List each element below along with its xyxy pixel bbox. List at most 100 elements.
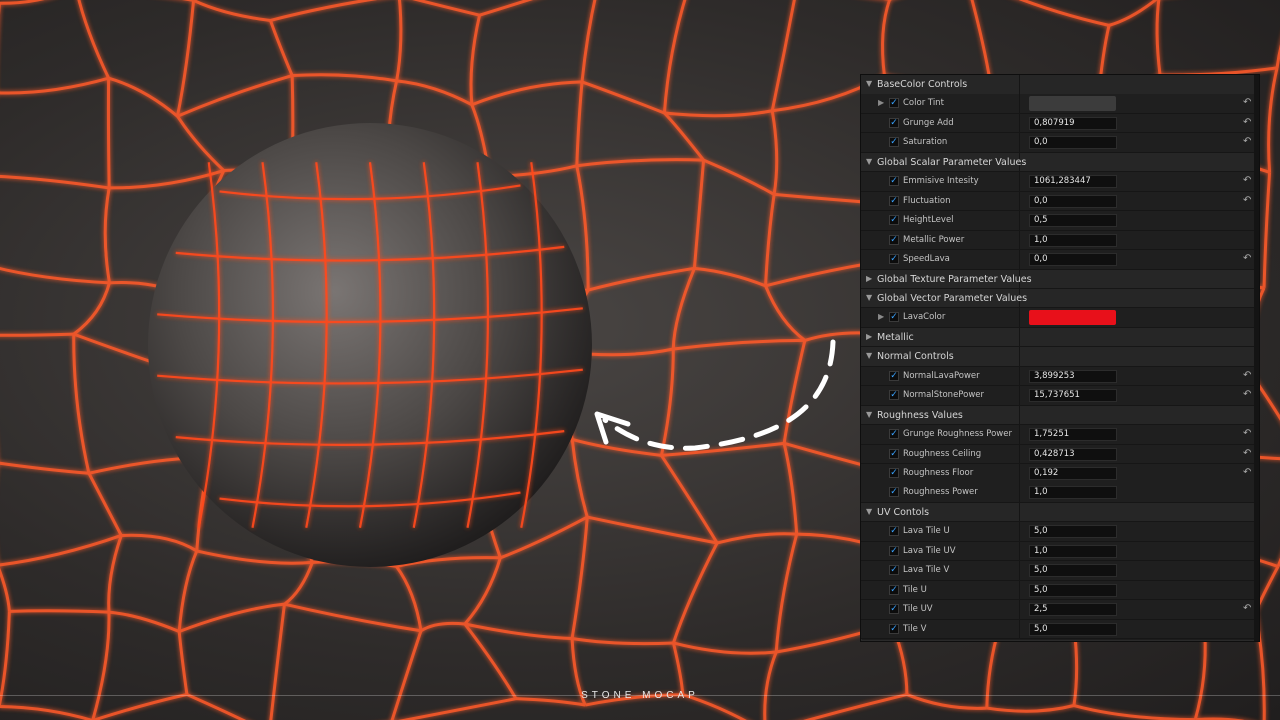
- value-field[interactable]: 5,0: [1029, 564, 1117, 578]
- param-row-normallavapower[interactable]: ✓ NormalLavaPower 3,899253 ↶: [861, 366, 1254, 387]
- reset-to-default-icon[interactable]: ↶: [1243, 253, 1251, 264]
- value-field[interactable]: 5,0: [1029, 525, 1117, 539]
- param-row-emmisive-intesity[interactable]: ✓ Emmisive Intesity 1061,283447 ↶: [861, 172, 1254, 192]
- value-field[interactable]: 1,0: [1029, 233, 1117, 247]
- chevron-down-icon[interactable]: ▼: [866, 293, 872, 302]
- value-field[interactable]: 0,807919: [1029, 116, 1117, 130]
- value-field[interactable]: 0,0: [1029, 253, 1117, 267]
- lava-crack: [420, 621, 465, 633]
- lava-crack: [471, 80, 583, 107]
- override-checkbox[interactable]: ✓: [889, 98, 899, 109]
- reset-to-default-icon[interactable]: ↶: [1243, 448, 1251, 459]
- param-row-color-tint[interactable]: ▶ ✓ Color Tint ↶: [861, 94, 1254, 114]
- category-metallic[interactable]: ▶ Metallic: [861, 327, 1254, 348]
- chevron-right-icon[interactable]: ▶: [866, 274, 872, 283]
- param-row-heightlevel[interactable]: ✓ HeightLevel 0,5: [861, 211, 1254, 231]
- scrollbar[interactable]: [1254, 75, 1259, 641]
- color-swatch[interactable]: [1029, 310, 1116, 326]
- value-field[interactable]: 0,0: [1029, 194, 1117, 208]
- override-checkbox[interactable]: ✓: [889, 545, 899, 556]
- param-row-roughness-power[interactable]: ✓ Roughness Power 1,0: [861, 483, 1254, 503]
- chevron-down-icon[interactable]: ▼: [866, 410, 872, 419]
- override-checkbox[interactable]: ✓: [889, 234, 899, 245]
- param-row-roughness-ceiling[interactable]: ✓ Roughness Ceiling 0,428713 ↶: [861, 444, 1254, 465]
- param-row-saturation[interactable]: ✓ Saturation 0,0 ↶: [861, 133, 1254, 153]
- param-row-tile-v[interactable]: ✓ Tile V 5,0: [861, 619, 1254, 640]
- value-field[interactable]: 1061,283447: [1029, 175, 1117, 189]
- param-row-lava-tile-u[interactable]: ✓ Lava Tile U 5,0: [861, 522, 1254, 542]
- chevron-right-icon[interactable]: ▶: [878, 98, 884, 107]
- chevron-right-icon[interactable]: ▶: [878, 312, 884, 321]
- override-checkbox[interactable]: ✓: [889, 604, 899, 615]
- reset-to-default-icon[interactable]: ↶: [1243, 467, 1251, 478]
- override-checkbox[interactable]: ✓: [889, 429, 899, 440]
- param-row-lava-tile-uv[interactable]: ✓ Lava Tile UV 1,0: [861, 541, 1254, 562]
- lava-crack: [694, 266, 767, 288]
- param-row-tile-u[interactable]: ✓ Tile U 5,0: [861, 580, 1254, 601]
- category-global-texture-parameter-values[interactable]: ▶ Global Texture Parameter Values: [861, 269, 1254, 289]
- override-checkbox[interactable]: ✓: [889, 370, 899, 381]
- value-field[interactable]: 0,5: [1029, 214, 1117, 228]
- value-field[interactable]: 1,75251: [1029, 428, 1117, 442]
- param-row-grunge-add[interactable]: ✓ Grunge Add 0,807919 ↶: [861, 113, 1254, 134]
- param-row-grunge-roughness-power[interactable]: ✓ Grunge Roughness Power 1,75251 ↶: [861, 425, 1254, 445]
- value-field[interactable]: 1,0: [1029, 486, 1117, 500]
- param-row-normalstonepower[interactable]: ✓ NormalStonePower 15,737651 ↶: [861, 386, 1254, 406]
- reset-to-default-icon[interactable]: ↶: [1243, 97, 1251, 108]
- param-row-speedlava[interactable]: ✓ SpeedLava 0,0 ↶: [861, 250, 1254, 270]
- value-field[interactable]: 5,0: [1029, 622, 1117, 636]
- override-checkbox[interactable]: ✓: [889, 215, 899, 226]
- value-field[interactable]: 5,0: [1029, 583, 1117, 597]
- chevron-down-icon[interactable]: ▼: [866, 507, 872, 516]
- override-checkbox[interactable]: ✓: [889, 137, 899, 148]
- override-checkbox[interactable]: ✓: [889, 117, 899, 128]
- reset-to-default-icon[interactable]: ↶: [1243, 389, 1251, 400]
- reset-to-default-icon[interactable]: ↶: [1243, 136, 1251, 147]
- value-field[interactable]: 3,899253: [1029, 369, 1117, 383]
- override-checkbox[interactable]: ✓: [889, 448, 899, 459]
- lava-crack: [764, 285, 806, 342]
- override-checkbox[interactable]: ✓: [889, 565, 899, 576]
- override-checkbox[interactable]: ✓: [889, 468, 899, 478]
- category-normal-controls[interactable]: ▼ Normal Controls: [861, 347, 1254, 367]
- value-field[interactable]: 0,192: [1029, 467, 1117, 480]
- param-row-lava-tile-v[interactable]: ✓ Lava Tile V 5,0: [861, 561, 1254, 581]
- reset-to-default-icon[interactable]: ↶: [1243, 195, 1251, 206]
- category-basecolor-controls[interactable]: ▼ BaseColor Controls: [861, 75, 1254, 95]
- value-field[interactable]: 0,0: [1029, 136, 1117, 150]
- override-checkbox[interactable]: ✓: [889, 176, 899, 187]
- category-uv-contols[interactable]: ▼ UV Contols: [861, 502, 1254, 523]
- param-row-roughness-floor[interactable]: ✓ Roughness Floor 0,192 ↶: [861, 464, 1254, 484]
- category-global-vector-parameter-values[interactable]: ▼ Global Vector Parameter Values: [861, 288, 1254, 309]
- reset-to-default-icon[interactable]: ↶: [1243, 428, 1251, 439]
- param-row-lavacolor[interactable]: ▶ ✓ LavaColor: [861, 308, 1254, 328]
- override-checkbox[interactable]: ✓: [889, 390, 899, 401]
- override-checkbox[interactable]: ✓: [889, 584, 899, 595]
- value-field[interactable]: 0,428713: [1029, 447, 1117, 461]
- lava-crack: [0, 0, 45, 5]
- value-field[interactable]: 1,0: [1029, 544, 1117, 558]
- category-global-scalar-parameter-values[interactable]: ▼ Global Scalar Parameter Values: [861, 152, 1254, 173]
- override-checkbox[interactable]: ✓: [889, 487, 899, 498]
- chevron-right-icon[interactable]: ▶: [866, 332, 872, 341]
- override-checkbox[interactable]: ✓: [889, 195, 899, 206]
- reset-to-default-icon[interactable]: ↶: [1243, 117, 1251, 128]
- value-field[interactable]: 15,737651: [1029, 389, 1117, 403]
- value-field[interactable]: 2,5: [1029, 603, 1117, 617]
- override-checkbox[interactable]: ✓: [889, 312, 899, 323]
- color-swatch[interactable]: [1029, 96, 1116, 112]
- category-roughness-values[interactable]: ▼ Roughness Values: [861, 405, 1254, 426]
- chevron-down-icon[interactable]: ▼: [866, 351, 872, 360]
- chevron-down-icon[interactable]: ▼: [866, 157, 872, 166]
- chevron-down-icon[interactable]: ▼: [866, 79, 872, 88]
- override-checkbox[interactable]: ✓: [889, 526, 899, 537]
- reset-to-default-icon[interactable]: ↶: [1243, 603, 1251, 614]
- param-row-tile-uv[interactable]: ✓ Tile UV 2,5 ↶: [861, 600, 1254, 620]
- override-checkbox[interactable]: ✓: [889, 254, 899, 265]
- param-label: Tile U: [903, 584, 927, 595]
- reset-to-default-icon[interactable]: ↶: [1243, 175, 1251, 186]
- param-row-metallic-power[interactable]: ✓ Metallic Power 1,0: [861, 230, 1254, 251]
- override-checkbox[interactable]: ✓: [889, 623, 899, 634]
- param-row-fluctuation[interactable]: ✓ Fluctuation 0,0 ↶: [861, 191, 1254, 212]
- reset-to-default-icon[interactable]: ↶: [1243, 370, 1251, 381]
